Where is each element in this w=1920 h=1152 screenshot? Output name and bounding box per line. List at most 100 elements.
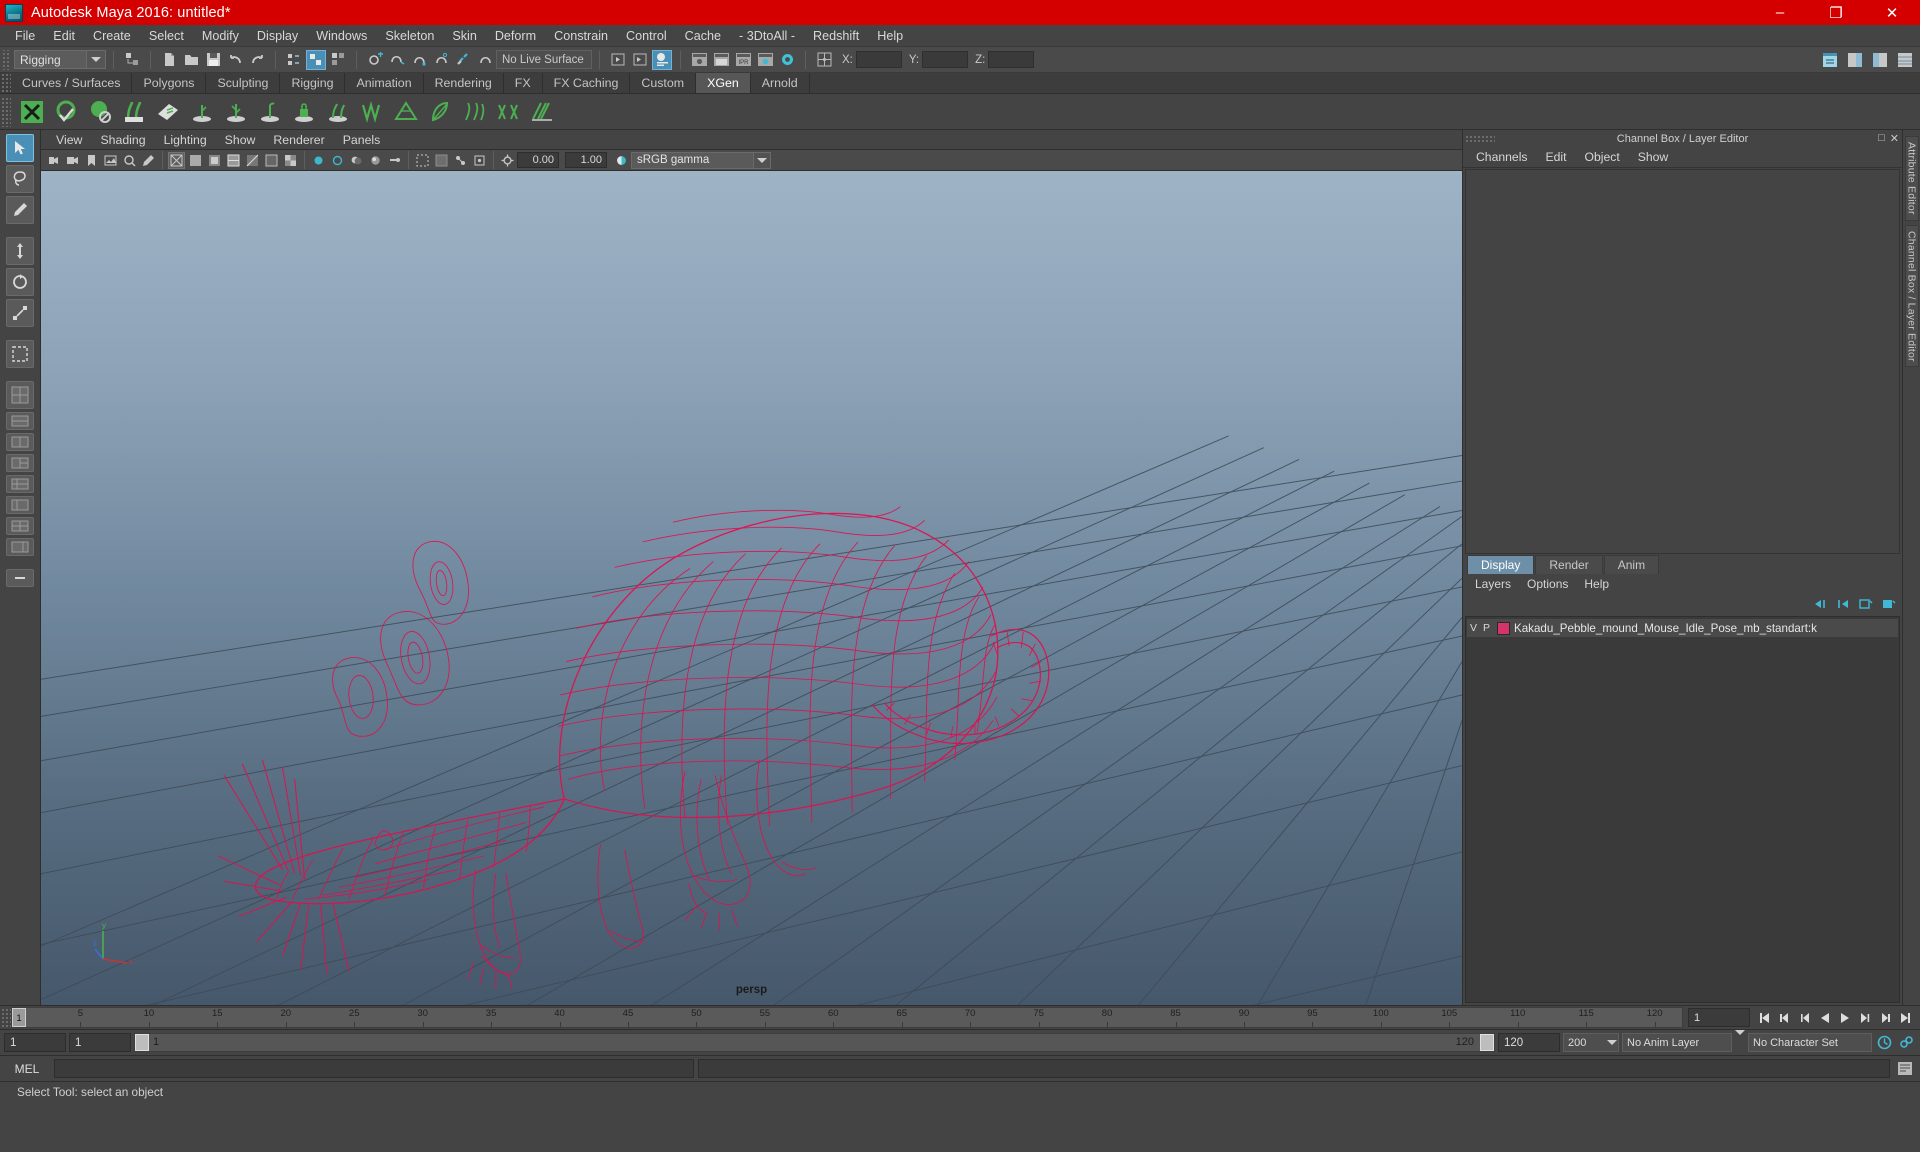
close-button[interactable]: ✕ (1864, 0, 1920, 25)
snap-to-view-plane-icon[interactable] (453, 50, 473, 70)
layer-playback-toggle[interactable]: P (1480, 622, 1493, 634)
redo-icon[interactable] (247, 50, 267, 70)
xgen-delete-description-icon[interactable] (84, 96, 116, 128)
coord-z-field[interactable] (988, 51, 1035, 68)
channelbox-menu-edit[interactable]: Edit (1537, 147, 1576, 168)
menu-file[interactable]: File (6, 25, 44, 47)
menu-constrain[interactable]: Constrain (545, 25, 617, 47)
script-editor-icon[interactable] (1894, 1059, 1916, 1078)
xgen-preset-plant-icon[interactable] (220, 96, 252, 128)
menu-edit[interactable]: Edit (44, 25, 84, 47)
layer-row[interactable]: V P Kakadu_Pebble_mound_Mouse_Idle_Pose_… (1467, 619, 1898, 637)
shelf-tab-fx-caching[interactable]: FX Caching (542, 73, 631, 93)
menu-windows[interactable]: Windows (307, 25, 376, 47)
go-to-start-icon[interactable] (1755, 1008, 1774, 1027)
use-all-lights-icon[interactable] (310, 152, 327, 169)
panel-menu-show[interactable]: Show (216, 130, 265, 150)
exposure-icon[interactable] (499, 152, 516, 169)
shelf-tab-custom[interactable]: Custom (630, 73, 697, 93)
character-set-selector[interactable]: No Character Set (1748, 1033, 1872, 1052)
menu-control[interactable]: Control (617, 25, 676, 47)
image-plane-icon[interactable] (102, 152, 119, 169)
layer-list[interactable]: V P Kakadu_Pebble_mound_Mouse_Idle_Pose_… (1465, 616, 1900, 1003)
layer-name[interactable]: Kakadu_Pebble_mound_Mouse_Idle_Pose_mb_s… (1514, 622, 1817, 635)
wireframe-on-shaded-icon[interactable] (225, 152, 242, 169)
menu-deform[interactable]: Deform (486, 25, 545, 47)
current-time-indicator[interactable]: 1 (12, 1008, 26, 1027)
range-slider-track[interactable]: 1 120 (134, 1033, 1495, 1052)
x-ray-joints-icon[interactable] (452, 152, 469, 169)
open-render-view-icon[interactable] (608, 50, 628, 70)
move-layer-up-icon[interactable] (1813, 598, 1827, 610)
layer-color-swatch[interactable] (1497, 621, 1510, 635)
layout-two-panes-side-icon[interactable] (6, 433, 34, 451)
use-default-light-icon[interactable] (329, 152, 346, 169)
show-hide-attribute-editor-icon[interactable] (1845, 50, 1865, 70)
shelf-tab-rigging[interactable]: Rigging (280, 73, 346, 93)
menu-create[interactable]: Create (84, 25, 140, 47)
new-scene-icon[interactable] (159, 50, 179, 70)
layer-tab-render[interactable]: Render (1535, 555, 1603, 574)
live-surface-field[interactable]: No Live Surface (496, 50, 592, 69)
layers-menu-options[interactable]: Options (1519, 574, 1576, 594)
time-slider-grip[interactable] (0, 1007, 11, 1028)
open-scene-icon[interactable] (181, 50, 201, 70)
auto-keyframe-toggle-icon[interactable] (1875, 1033, 1894, 1052)
layer-visibility-toggle[interactable]: V (1467, 622, 1480, 634)
maximize-button[interactable]: ❐ (1808, 0, 1864, 25)
shelf-tab-arnold[interactable]: Arnold (750, 73, 810, 93)
animation-preferences-icon[interactable] (1897, 1033, 1916, 1052)
move-tool[interactable] (6, 237, 34, 265)
snap-to-grid-icon[interactable] (365, 50, 385, 70)
shelf-tab-fx[interactable]: FX (503, 73, 543, 93)
chevron-down-icon[interactable] (753, 152, 770, 168)
x-ray-display-icon[interactable] (433, 152, 450, 169)
smooth-shade-selected-icon[interactable] (206, 152, 223, 169)
xgen-create-description-icon[interactable] (50, 96, 82, 128)
render-current-frame-icon[interactable] (630, 50, 650, 70)
shade-options-icon[interactable] (263, 152, 280, 169)
xgen-editor-icon[interactable] (16, 96, 48, 128)
show-hide-channel-box-icon[interactable] (1895, 50, 1915, 70)
menu-3dtoall[interactable]: - 3DtoAll - (730, 25, 804, 47)
exposure-field[interactable]: 0.00 (517, 152, 559, 168)
redshift-settings-icon[interactable] (755, 50, 775, 70)
color-management-icon[interactable] (613, 152, 630, 169)
chevron-down-icon[interactable] (1735, 1030, 1745, 1050)
ambient-occlusion-icon[interactable] (367, 152, 384, 169)
scale-tool[interactable] (6, 299, 34, 327)
grease-pencil-icon[interactable] (140, 152, 157, 169)
command-input[interactable] (54, 1059, 694, 1078)
channel-box-dock-tab[interactable]: Channel Box / Layer Editor (1904, 224, 1919, 368)
texture-display-icon[interactable] (282, 152, 299, 169)
minimize-button[interactable]: – (1752, 0, 1808, 25)
xgen-preset-sprout-icon[interactable] (254, 96, 286, 128)
xgen-preset-leaves-icon[interactable] (356, 96, 388, 128)
range-handle-left[interactable] (135, 1034, 149, 1051)
color-profile-selector[interactable]: sRGB gamma (631, 151, 771, 169)
layers-menu-layers[interactable]: Layers (1467, 574, 1519, 594)
panel-grip[interactable] (1465, 135, 1495, 142)
menu-cache[interactable]: Cache (676, 25, 730, 47)
menu-help[interactable]: Help (868, 25, 912, 47)
anim-layer-selector[interactable]: No Anim Layer (1622, 1033, 1732, 1052)
bookmark-icon[interactable] (83, 152, 100, 169)
layout-single-perspective-icon[interactable] (6, 381, 34, 409)
xgen-preset-collection-icon[interactable] (526, 96, 558, 128)
animation-start-time-field[interactable]: 1 (4, 1033, 66, 1052)
layout-two-panes-stacked-icon[interactable] (6, 412, 34, 430)
animation-end-time-field[interactable]: 200 (1563, 1033, 1619, 1052)
panel-menu-view[interactable]: View (47, 130, 91, 150)
xgen-export-patches-icon[interactable] (152, 96, 184, 128)
last-tool-used[interactable] (6, 340, 34, 368)
menu-redshift[interactable]: Redshift (804, 25, 868, 47)
menu-skeleton[interactable]: Skeleton (376, 25, 443, 47)
xgen-preset-splines-icon[interactable] (458, 96, 490, 128)
snap-to-projected-center-icon[interactable] (431, 50, 451, 70)
wireframe-shading-icon[interactable] (168, 151, 185, 169)
redshift-ipr-icon[interactable]: IPR (733, 50, 753, 70)
layout-persp-graph-icon[interactable] (6, 538, 34, 556)
motion-blur-icon[interactable] (386, 152, 403, 169)
step-forward-key-icon[interactable] (1875, 1008, 1894, 1027)
paint-select-tool[interactable] (6, 196, 34, 224)
